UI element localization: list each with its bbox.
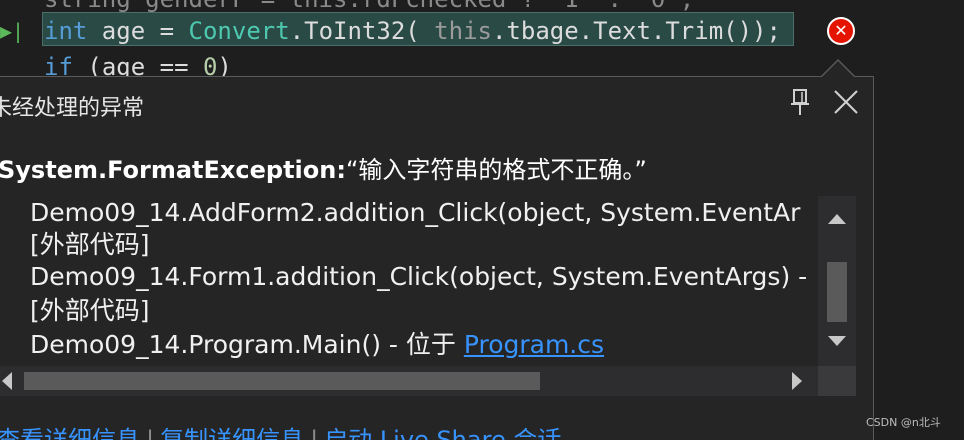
scroll-left-arrow-icon[interactable] — [0, 366, 20, 396]
code-ident-age: age = — [87, 17, 189, 45]
error-icon[interactable]: ✕ — [827, 17, 855, 45]
scroll-right-arrow-icon[interactable] — [784, 366, 810, 396]
stack-frame-external: [外部代码] — [30, 230, 150, 259]
popup-action-links: 查看详细信息 | 复制详细信息 | 启动 Live Share 会话 — [0, 420, 561, 440]
popup-pointer — [822, 61, 854, 77]
stack-trace-panel[interactable]: Demo09_14.AddForm2.addition_Click(object… — [0, 196, 818, 366]
watermark: CSDN @n北斗 — [866, 416, 941, 429]
horizontal-scroll-thumb[interactable] — [24, 372, 540, 390]
stack-frame: Demo09_14.AddForm2.addition_Click(object… — [30, 198, 801, 227]
keyword-this: this — [434, 17, 492, 45]
stack-frame: Demo09_14.Program.Main() - 位于 Program.cs — [30, 328, 604, 362]
link-separator: | — [146, 426, 155, 440]
source-file-link[interactable]: Program.cs — [464, 330, 604, 359]
pin-icon[interactable] — [784, 86, 816, 118]
code-call-toint32: .ToInt32( — [289, 17, 435, 45]
scroll-up-arrow-icon[interactable] — [818, 204, 856, 234]
stack-frame-external: [外部代码] — [30, 296, 150, 325]
exception-type: System.FormatException: — [0, 156, 346, 184]
keyword-int: int — [44, 17, 88, 45]
close-icon-glyph — [834, 90, 858, 114]
exception-message: “输入字符串的格式不正确。” — [345, 156, 647, 184]
copy-details-link[interactable]: 复制详细信息 — [160, 426, 304, 440]
pin-icon-glyph — [791, 89, 809, 115]
vertical-scrollbar[interactable] — [818, 196, 856, 366]
code-line-current: int age = Convert.ToInt32( this.tbage.Te… — [44, 14, 781, 48]
close-icon[interactable] — [830, 86, 862, 118]
view-details-link[interactable]: 查看详细信息 — [0, 426, 140, 440]
execution-pointer-icon: ▶| — [0, 19, 25, 43]
link-separator: | — [310, 426, 319, 440]
code-member-chain: .tbage.Text.Trim()); — [491, 17, 781, 45]
vertical-scroll-thumb[interactable] — [827, 262, 847, 322]
horizontal-scrollbar[interactable] — [0, 366, 818, 396]
scroll-down-arrow-icon[interactable] — [818, 326, 856, 356]
stack-frame-text: Demo09_14.Program.Main() - 位于 — [30, 330, 464, 359]
code-type-convert: Convert — [188, 17, 290, 45]
start-live-share-link[interactable]: 启动 Live Share 会话 — [324, 426, 561, 440]
stack-frame: Demo09_14.Form1.addition_Click(object, S… — [30, 262, 808, 291]
popup-title: 未经处理的异常 — [0, 96, 145, 121]
scrollbar-corner — [818, 366, 856, 396]
exception-summary: System.FormatException:“输入字符串的格式不正确。” — [0, 150, 647, 185]
